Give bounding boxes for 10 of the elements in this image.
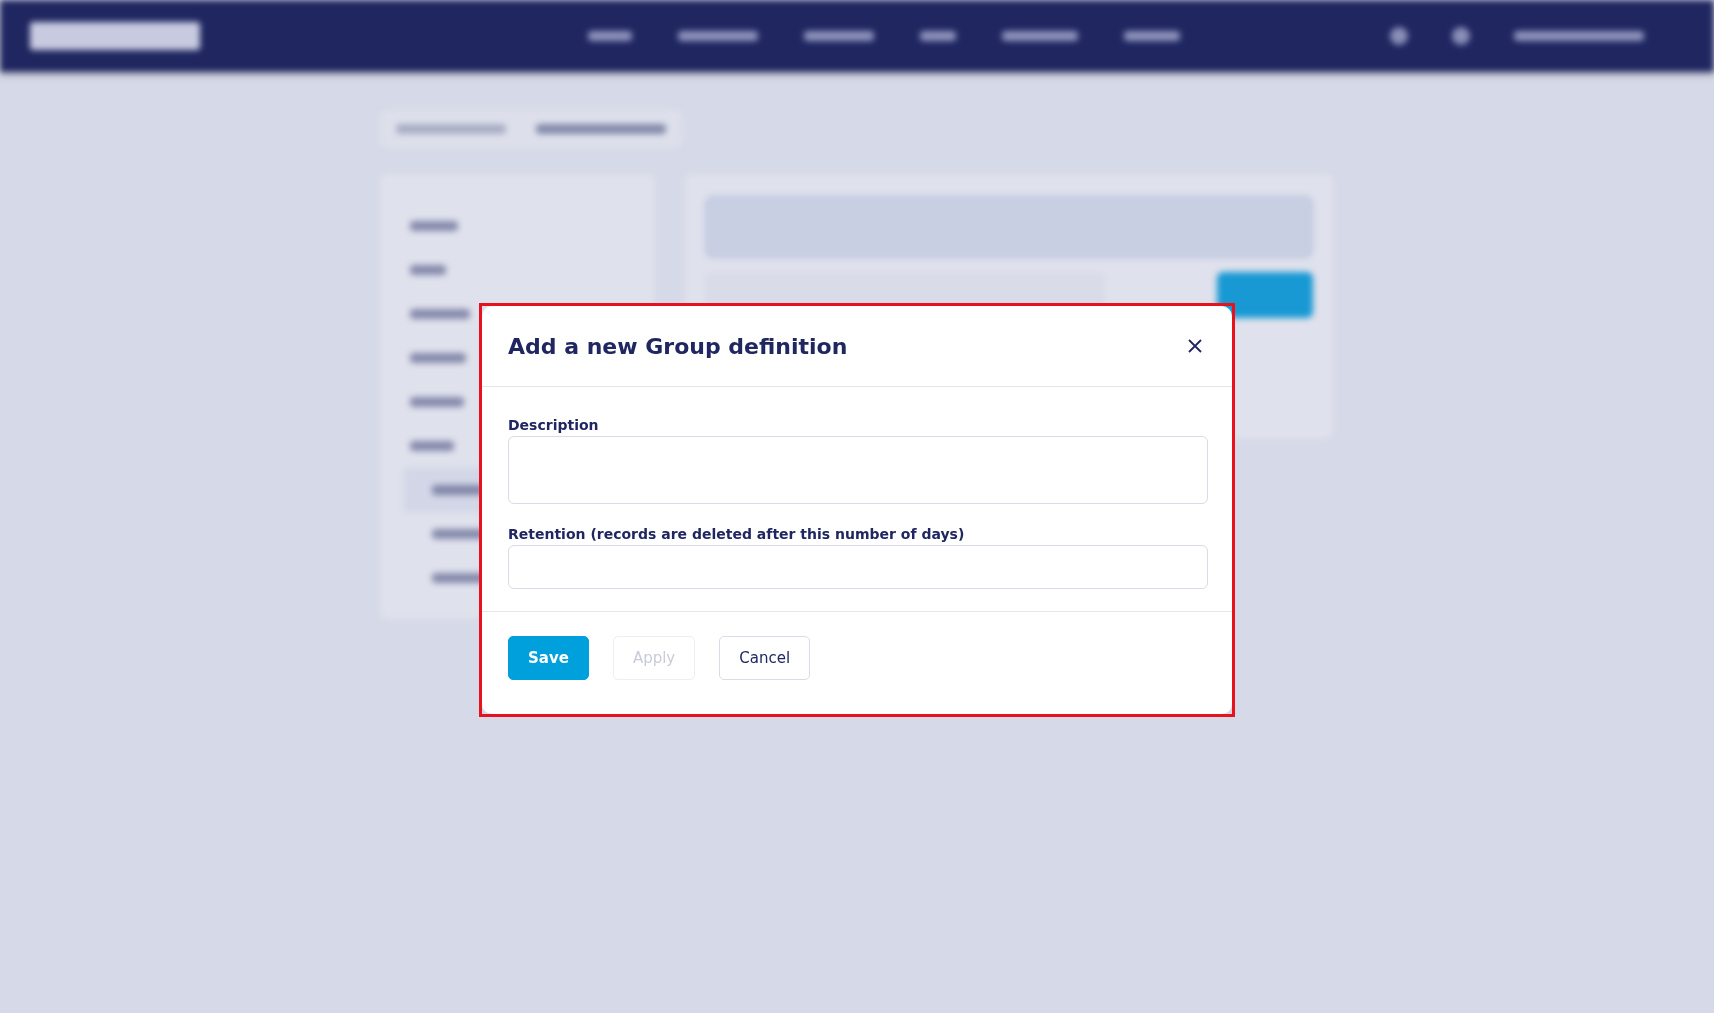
blurred-icon [1452, 27, 1470, 45]
field-label: Retention (records are deleted after this number of days) [508, 526, 966, 542]
close-icon[interactable] [1187, 338, 1203, 354]
retention-field[interactable] [508, 545, 1208, 589]
dialog-button[interactable]: Cancel [719, 636, 811, 680]
blurred-icon [1390, 27, 1408, 45]
save-button[interactable]: Save [508, 636, 589, 680]
dialog-title: Add a new Group definition [508, 333, 848, 359]
field-label: Description [508, 417, 600, 433]
description-field[interactable] [508, 436, 1208, 504]
